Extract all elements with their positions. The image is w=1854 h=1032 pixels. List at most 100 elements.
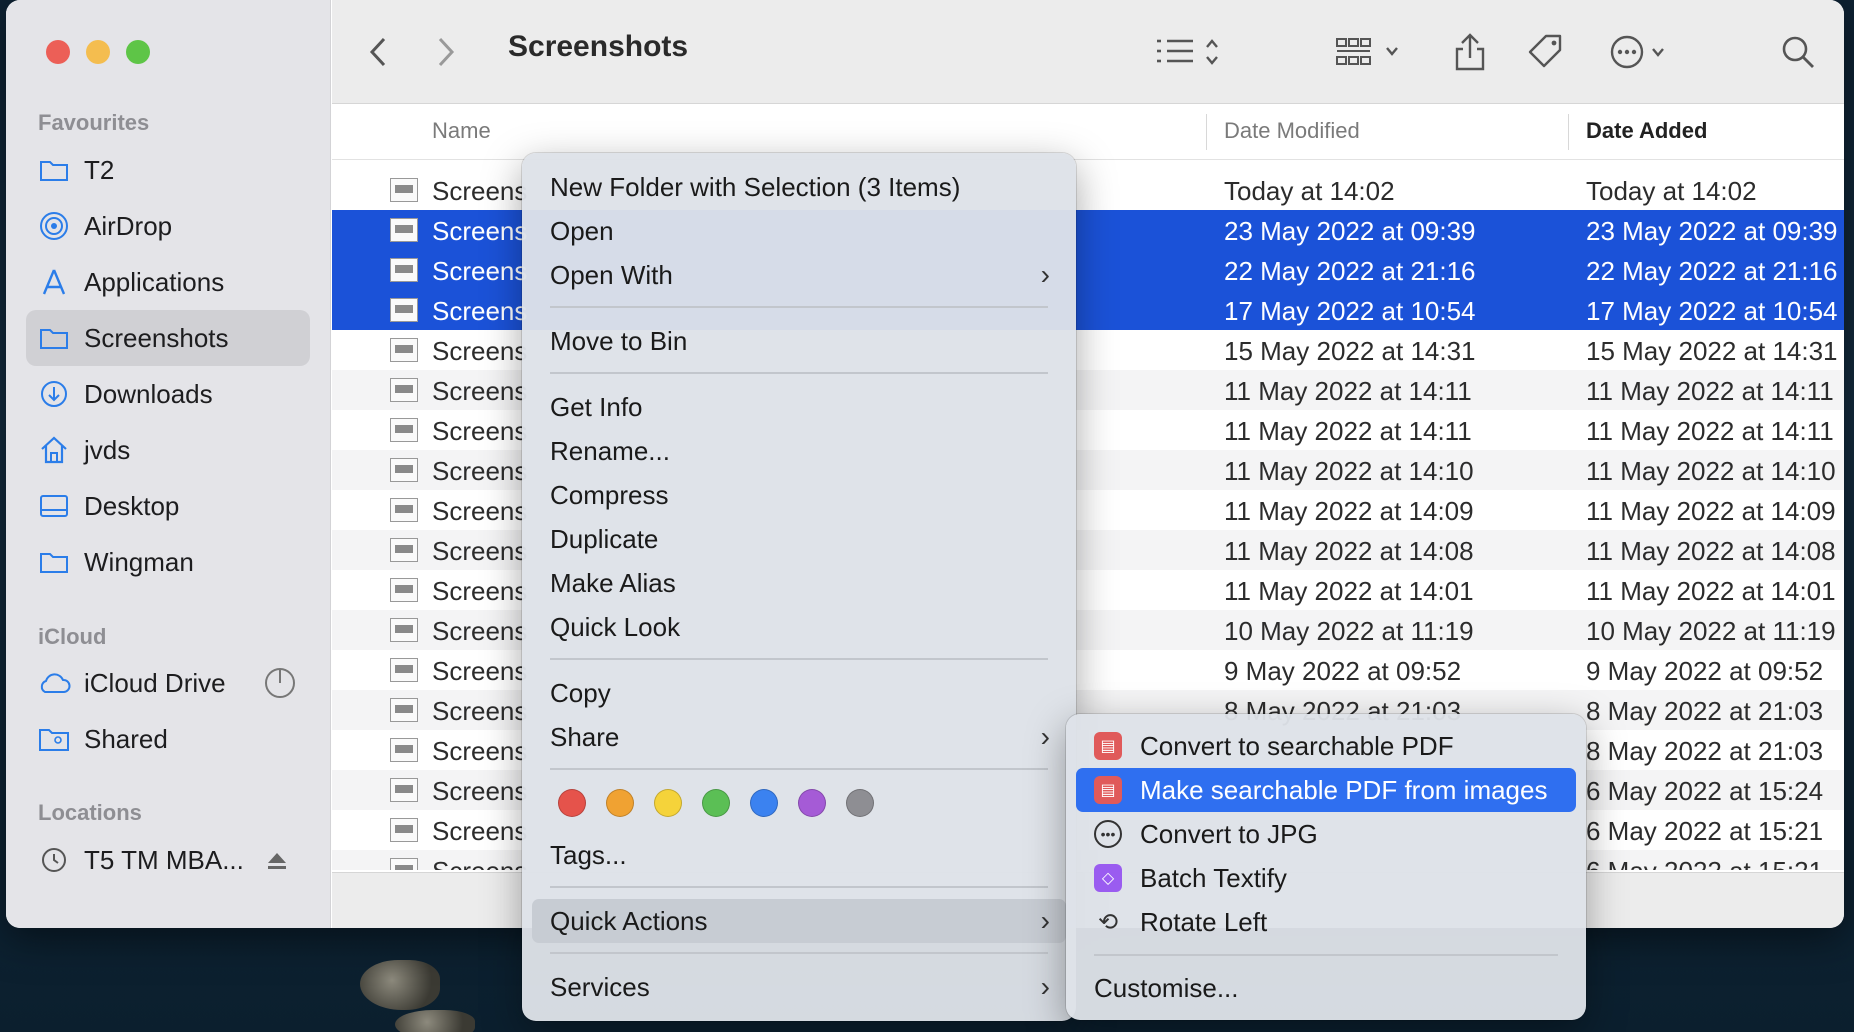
sidebar-item-t2[interactable]: T2 [26, 142, 310, 198]
tag-color-dot[interactable] [702, 789, 730, 817]
search-button[interactable] [1774, 26, 1822, 78]
eject-icon[interactable] [266, 848, 288, 879]
menu-item-duplicate[interactable]: Duplicate [532, 517, 1066, 561]
sidebar-item-label: Shared [84, 723, 168, 754]
menu-item-services[interactable]: Services › [532, 965, 1066, 1009]
tag-color-dot[interactable] [558, 789, 586, 817]
tag-color-dot[interactable] [606, 789, 634, 817]
column-divider[interactable] [1206, 114, 1207, 150]
menu-item-tags[interactable]: Tags... [532, 833, 1066, 877]
file-name: Screens [432, 376, 528, 406]
sidebar-item-label: T5 TM MBA... [84, 844, 244, 875]
tag-icon [1528, 34, 1562, 68]
sidebar-item-t5-tm-mba[interactable]: T5 TM MBA... [26, 832, 310, 888]
menu-item-make-alias[interactable]: Make Alias [532, 561, 1066, 605]
file-date-added: 8 May 2022 at 21:03 [1586, 736, 1824, 766]
textify-icon: ◇ [1094, 864, 1122, 892]
wallpaper-rock [360, 960, 440, 1010]
file-date-added: 11 May 2022 at 14:11 [1586, 376, 1834, 406]
cloud-icon [26, 671, 82, 695]
file-date-added: 11 May 2022 at 14:11 [1586, 416, 1834, 446]
menu-item-rename[interactable]: Rename... [532, 429, 1066, 473]
menu-item-quick-look[interactable]: Quick Look [532, 605, 1066, 649]
submenu-item-make-searchable-pdf-from-images[interactable]: ▤ Make searchable PDF from images [1076, 768, 1576, 812]
menu-item-label: Get Info [550, 391, 643, 422]
list-view-icon [1157, 39, 1218, 65]
submenu-item-rotate-left[interactable]: ⟲ Rotate Left [1076, 900, 1576, 944]
sidebar-item-airdrop[interactable]: AirDrop [26, 198, 310, 254]
forward-button[interactable] [424, 26, 468, 78]
column-header-date-added[interactable]: Date Added [1586, 118, 1707, 144]
file-date-modified: 11 May 2022 at 14:10 [1224, 456, 1474, 486]
action-button[interactable] [1604, 26, 1684, 78]
column-header-date-modified[interactable]: Date Modified [1224, 118, 1360, 144]
file-thumbnail-icon [390, 338, 418, 362]
file-date-added: 10 May 2022 at 11:19 [1586, 616, 1836, 646]
sidebar-item-shared[interactable]: Shared [26, 711, 310, 767]
minimize-button[interactable] [86, 40, 110, 64]
menu-item-compress[interactable]: Compress [532, 473, 1066, 517]
sidebar-item-downloads[interactable]: Downloads [26, 366, 310, 422]
back-button[interactable] [356, 26, 400, 78]
tag-color-dot[interactable] [846, 789, 874, 817]
menu-item-get-info[interactable]: Get Info [532, 385, 1066, 429]
file-name: Screens [432, 576, 528, 606]
file-date-modified: 9 May 2022 at 09:52 [1224, 656, 1462, 686]
shared-folder-icon [26, 726, 82, 752]
tag-color-dot[interactable] [750, 789, 778, 817]
menu-item-copy[interactable]: Copy [532, 671, 1066, 715]
sidebar-item-desktop[interactable]: Desktop [26, 478, 310, 534]
file-name: Screens [432, 616, 528, 646]
sidebar-item-screenshots[interactable]: Screenshots [26, 310, 310, 366]
search-icon [1782, 36, 1814, 68]
tags-button[interactable] [1522, 26, 1570, 78]
menu-item-open[interactable]: Open [532, 209, 1066, 253]
menu-item-label: Make Alias [550, 567, 676, 598]
view-options-button[interactable] [1150, 26, 1230, 78]
submenu-item-convert-to-jpg[interactable]: ••• Convert to JPG [1076, 812, 1576, 856]
menu-item-new-folder-with-selection[interactable]: New Folder with Selection (3 Items) [532, 165, 1066, 209]
tag-color-dot[interactable] [798, 789, 826, 817]
sidebar-item-jvds[interactable]: jvds [26, 422, 310, 478]
menu-item-label: Share [550, 721, 620, 752]
menu-item-label: Copy [550, 677, 611, 708]
menu-item-quick-actions[interactable]: Quick Actions › [532, 899, 1066, 943]
file-date-added: 9 May 2022 at 09:52 [1586, 656, 1824, 686]
desktop-icon [26, 493, 82, 519]
group-button[interactable] [1330, 26, 1410, 78]
pdf-icon: ▤ [1094, 732, 1122, 760]
menu-item-label: Quick Actions [550, 905, 708, 936]
menu-item-move-to-bin[interactable]: Move to Bin [532, 319, 1066, 363]
chevron-right-icon: › [1040, 905, 1050, 936]
file-date-added: 11 May 2022 at 14:01 [1586, 576, 1836, 606]
menu-item-label: Open With [550, 259, 673, 290]
menu-separator [550, 306, 1048, 308]
menu-separator [550, 768, 1048, 770]
icloud-heading: iCloud [38, 624, 107, 649]
zoom-button[interactable] [126, 40, 150, 64]
tag-color-dot[interactable] [654, 789, 682, 817]
sidebar-item-wingman[interactable]: Wingman [26, 534, 310, 590]
sidebar-item-applications[interactable]: Applications [26, 254, 310, 310]
locations-heading: Locations [38, 800, 142, 825]
airdrop-icon [26, 211, 82, 241]
submenu-item-convert-to-searchable-pdf[interactable]: ▤ Convert to searchable PDF [1076, 724, 1576, 768]
column-divider[interactable] [1568, 114, 1569, 150]
submenu-item-customise[interactable]: Customise... [1076, 966, 1576, 1010]
sidebar-item-label: jvds [84, 434, 131, 465]
close-button[interactable] [46, 40, 70, 64]
menu-item-label: Quick Look [550, 611, 681, 642]
file-thumbnail-icon [390, 698, 418, 722]
chevron-right-icon: › [1040, 971, 1050, 1002]
submenu-item-batch-textify[interactable]: ◇ Batch Textify [1076, 856, 1576, 900]
window-title: Screenshots [508, 30, 689, 63]
sidebar-item-icloud-drive[interactable]: iCloud Drive [26, 655, 310, 711]
file-date-added: 15 May 2022 at 14:31 [1586, 336, 1838, 366]
menu-item-open-with[interactable]: Open With › [532, 253, 1066, 297]
column-header-name[interactable]: Name [432, 118, 491, 144]
file-date-added: 11 May 2022 at 14:09 [1586, 496, 1836, 526]
share-button[interactable] [1446, 26, 1494, 78]
menu-item-share[interactable]: Share › [532, 715, 1066, 759]
time-machine-icon [26, 845, 82, 875]
menu-item-label: Rotate Left [1140, 906, 1268, 937]
